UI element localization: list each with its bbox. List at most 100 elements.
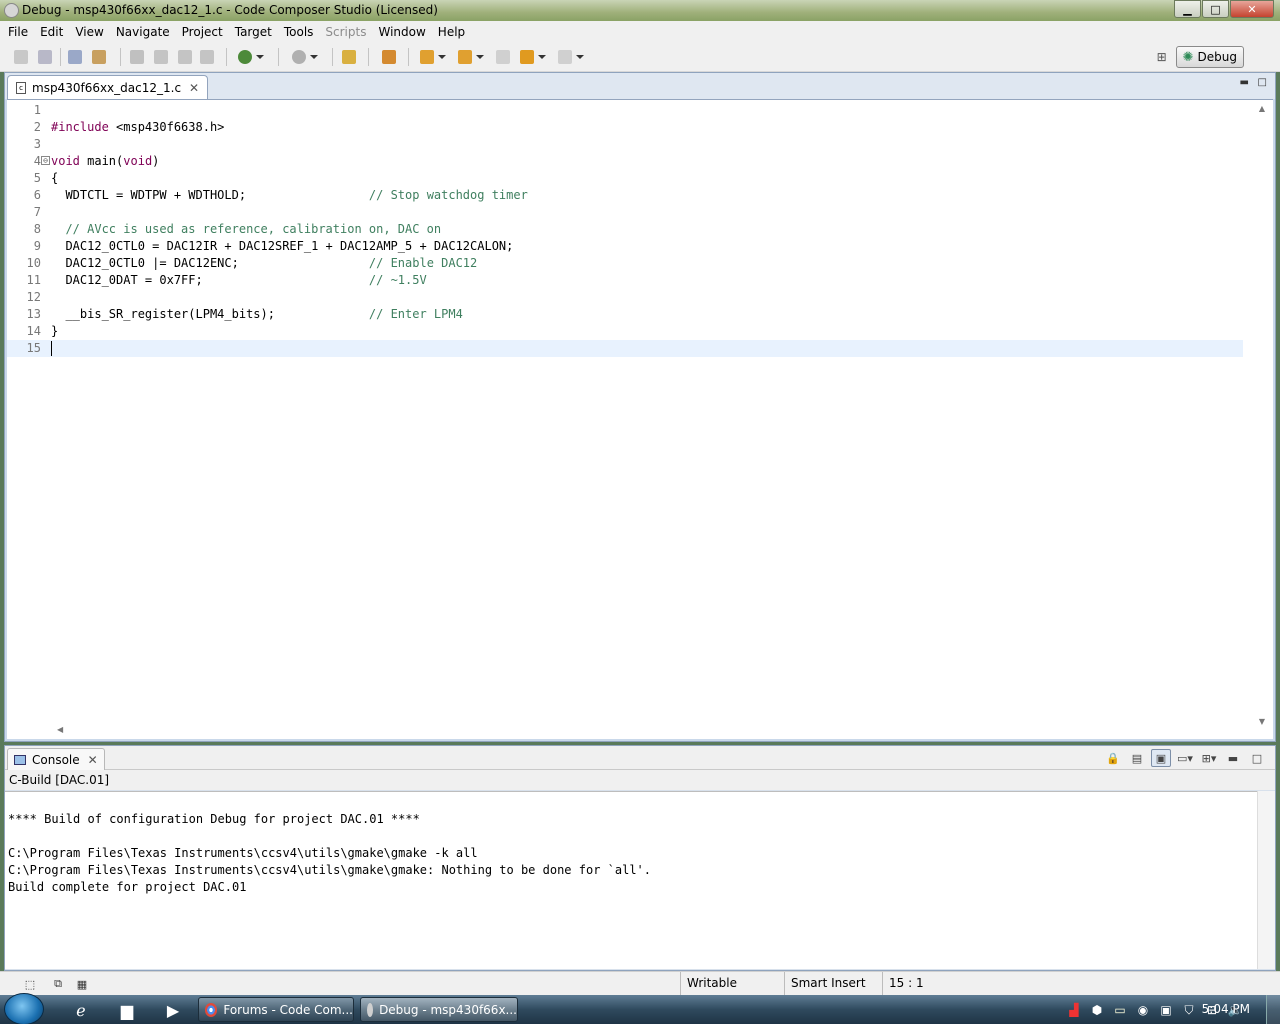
code-editor[interactable]: 1 2 #include <msp430f6638.h> 3 4 ⊖ void main(v… [7, 99, 1273, 739]
code-line[interactable]: 1 [7, 102, 1243, 119]
maximize-console-icon[interactable]: □ [1247, 749, 1267, 767]
internet-explorer-icon[interactable]: ℯ [64, 998, 98, 1022]
media-player-icon[interactable]: ▶ [156, 998, 190, 1022]
notes-icon[interactable]: ▭ [1111, 1001, 1129, 1019]
minimize-pane-icon[interactable]: ▬ [1240, 77, 1249, 88]
code-line[interactable]: 14} [7, 323, 1243, 340]
pin-console-icon[interactable]: ▣ [1151, 749, 1171, 767]
code-line[interactable]: 6 WDTCTL = WDTPW + WDTHOLD; // Stop watc… [7, 187, 1243, 204]
load-program-icon[interactable] [152, 48, 170, 66]
code-line[interactable]: 2 #include <msp430f6638.h> [7, 119, 1243, 136]
debug-perspective-button[interactable]: ✺ Debug [1175, 46, 1244, 68]
monitor-icon[interactable]: ▣ [1157, 1001, 1175, 1019]
print-icon[interactable] [36, 48, 54, 66]
show-view-icon[interactable]: ⧉ [50, 976, 66, 992]
trim-icon[interactable]: ▦ [74, 976, 90, 992]
code-token: ) [152, 154, 160, 168]
code-line[interactable]: 15 [7, 340, 1243, 357]
menu-project[interactable]: Project [176, 22, 229, 42]
scroll-up-icon[interactable]: ▲ [1259, 104, 1265, 113]
display-console-icon[interactable]: ▭▾ [1175, 749, 1195, 767]
last-edit-icon[interactable] [494, 48, 512, 66]
minimize-button[interactable]: ▁ [1174, 0, 1201, 18]
debug-bug-icon[interactable] [236, 48, 264, 66]
code-text: // AVcc is used as reference, calibratio… [51, 221, 441, 238]
close-button[interactable]: ✕ [1230, 0, 1274, 18]
restart-icon[interactable] [198, 48, 216, 66]
next-annotation-icon[interactable] [418, 48, 446, 66]
fast-view-icon[interactable]: ⬚ [22, 976, 38, 992]
back-arrow-icon[interactable] [518, 48, 546, 66]
scroll-down-icon[interactable]: ▼ [1259, 717, 1265, 726]
scroll-lock-icon[interactable]: 🔒 [1103, 749, 1123, 767]
external-tools-icon[interactable] [380, 48, 398, 66]
console-tabrow: Console ✕ 🔒 ▤ ▣ ▭▾ ⊞▾ ▬ □ [5, 746, 1275, 770]
taskbar-forums[interactable]: Forums - Code Com... [198, 997, 354, 1022]
code-line[interactable]: 13 __bis_SR_register(LPM4_bits); // Ente… [7, 306, 1243, 323]
menu-tools[interactable]: Tools [278, 22, 320, 42]
menu-target[interactable]: Target [229, 22, 278, 42]
code-line[interactable]: 10 DAC12_0CTL0 |= DAC12ENC; // Enable DA… [7, 255, 1243, 272]
search-icon[interactable] [340, 48, 358, 66]
taskbar-clock[interactable]: 5:04 PM [1202, 995, 1250, 1024]
menu-navigate[interactable]: Navigate [110, 22, 176, 42]
status-cursor-position: 15 : 1 [882, 972, 982, 996]
previous-annotation-icon[interactable] [456, 48, 484, 66]
console-scrollbar[interactable] [1257, 791, 1275, 969]
close-tab-icon[interactable]: ✕ [189, 81, 199, 95]
code-line[interactable]: 4 ⊖ void main(void) [7, 153, 1243, 170]
fold-toggle-icon[interactable]: ⊖ [41, 156, 50, 165]
console-output[interactable]: **** Build of configuration Debug for pr… [5, 791, 1257, 969]
menu-window[interactable]: Window [372, 22, 431, 42]
console-title: C-Build [DAC.01] [5, 770, 1275, 790]
maximize-button[interactable]: □ [1202, 0, 1229, 18]
menu-help[interactable]: Help [432, 22, 471, 42]
code-line[interactable]: 7 [7, 204, 1243, 221]
menu-edit[interactable]: Edit [34, 22, 69, 42]
line-number: 4 [33, 154, 41, 168]
minimize-console-icon[interactable]: ▬ [1223, 749, 1243, 767]
code-line[interactable]: 12 [7, 289, 1243, 306]
menu-scripts[interactable]: Scripts [319, 22, 372, 42]
acrobat-icon[interactable]: ▟ [1065, 1001, 1083, 1019]
connect-target-icon[interactable] [128, 48, 146, 66]
editor-horizontal-scrollbar[interactable]: ◀ [51, 725, 1243, 739]
menu-view[interactable]: View [69, 22, 109, 42]
code-comment: // Stop watchdog timer [368, 188, 528, 202]
taskbar-debug[interactable]: Debug - msp430f66x... [360, 997, 518, 1022]
start-button[interactable] [4, 993, 44, 1024]
scroll-left-icon[interactable]: ◀ [57, 725, 63, 734]
clear-console-icon[interactable]: ▤ [1127, 749, 1147, 767]
code-line[interactable]: 3 [7, 136, 1243, 153]
shield-icon[interactable]: ⛉ [1180, 1001, 1198, 1019]
code-token: WDTCTL = WDTPW + WDTHOLD; [51, 188, 369, 202]
line-number: 12 [26, 290, 41, 304]
console-tab[interactable]: Console ✕ [7, 748, 105, 770]
show-desktop-button[interactable] [1266, 995, 1280, 1024]
package-icon[interactable]: ⬢ [1088, 1001, 1106, 1019]
folder-icon[interactable]: ▆ [110, 998, 144, 1022]
close-console-icon[interactable]: ✕ [88, 753, 98, 767]
code-line[interactable]: 11 DAC12_0DAT = 0x7FF; // ~1.5V [7, 272, 1243, 289]
maximize-pane-icon[interactable]: □ [1258, 77, 1267, 88]
network-icon[interactable]: ◉ [1134, 1001, 1152, 1019]
editor-tab[interactable]: c msp430f66xx_dac12_1.c ✕ [7, 75, 209, 99]
rebuild-icon[interactable] [90, 48, 108, 66]
code-line[interactable]: 8 // AVcc is used as reference, calibrat… [7, 221, 1243, 238]
save-icon[interactable] [12, 48, 30, 66]
run-config-icon[interactable] [290, 48, 318, 66]
window-titlebar[interactable]: Debug - msp430f66xx_dac12_1.c - Code Com… [0, 0, 1280, 21]
code-line[interactable]: 5{ [7, 170, 1243, 187]
line-number: 15 [26, 341, 41, 355]
open-perspective-icon[interactable]: ⊞ [1152, 47, 1172, 67]
forward-arrow-icon[interactable] [556, 48, 584, 66]
code-token: main( [79, 154, 124, 168]
reload-program-icon[interactable] [176, 48, 194, 66]
menu-file[interactable]: File [2, 22, 34, 42]
editor-vertical-scrollbar[interactable]: ▲ ▼ [1247, 100, 1273, 730]
open-console-icon[interactable]: ⊞▾ [1199, 749, 1219, 767]
status-writable: Writable [680, 972, 784, 996]
build-project-icon[interactable] [66, 48, 84, 66]
code-line[interactable]: 9 DAC12_0CTL0 = DAC12IR + DAC12SREF_1 + … [7, 238, 1243, 255]
